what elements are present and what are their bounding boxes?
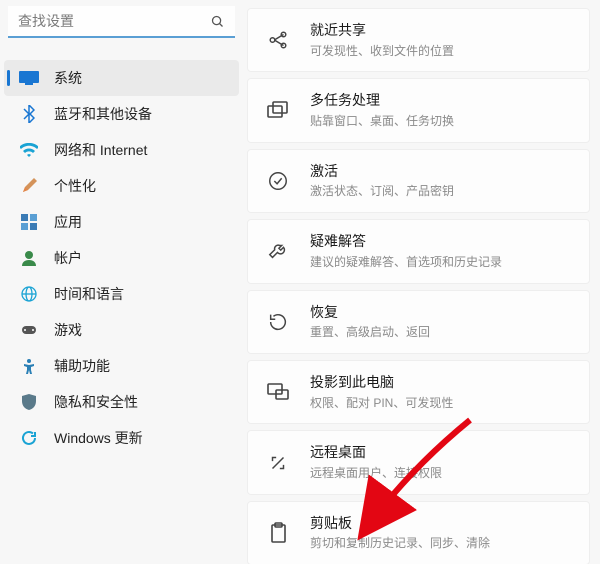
tile-sub: 重置、高级启动、返回 xyxy=(310,324,430,341)
sidebar-item-gaming[interactable]: 游戏 xyxy=(4,312,239,348)
tile-text: 就近共享 可发现性、收到文件的位置 xyxy=(310,21,454,59)
update-icon xyxy=(18,429,40,447)
bluetooth-icon xyxy=(18,105,40,123)
sidebar-item-label: 网络和 Internet xyxy=(54,140,147,160)
sidebar-item-bluetooth[interactable]: 蓝牙和其他设备 xyxy=(4,96,239,132)
sidebar-item-label: 时间和语言 xyxy=(54,284,124,304)
tile-title: 恢复 xyxy=(310,303,430,323)
tile-nearby-sharing[interactable]: 就近共享 可发现性、收到文件的位置 xyxy=(247,8,590,72)
apps-icon xyxy=(18,213,40,231)
sidebar-item-windows-update[interactable]: Windows 更新 xyxy=(4,420,239,456)
tile-clipboard[interactable]: 剪贴板 剪切和复制历史记录、同步、清除 xyxy=(247,501,590,564)
tile-multitasking[interactable]: 多任务处理 贴靠窗口、桌面、任务切换 xyxy=(247,78,590,142)
sidebar-item-label: 辅助功能 xyxy=(54,356,110,376)
remote-icon xyxy=(264,449,292,477)
tile-title: 疑难解答 xyxy=(310,232,502,252)
multitask-icon xyxy=(264,97,292,125)
sidebar-item-label: 蓝牙和其他设备 xyxy=(54,104,152,124)
tile-title: 剪贴板 xyxy=(310,514,490,534)
accessibility-icon xyxy=(18,357,40,375)
person-icon xyxy=(18,249,40,267)
sidebar-item-personalization[interactable]: 个性化 xyxy=(4,168,239,204)
sidebar-item-accessibility[interactable]: 辅助功能 xyxy=(4,348,239,384)
search-icon xyxy=(210,14,225,34)
wrench-icon xyxy=(264,237,292,265)
share-icon xyxy=(264,26,292,54)
sidebar-item-label: 个性化 xyxy=(54,176,96,196)
tile-recovery[interactable]: 恢复 重置、高级启动、返回 xyxy=(247,290,590,354)
recovery-icon xyxy=(264,308,292,336)
content-area: 就近共享 可发现性、收到文件的位置 多任务处理 贴靠窗口、桌面、任务切换 激活 … xyxy=(243,0,600,564)
tile-troubleshoot[interactable]: 疑难解答 建议的疑难解答、首选项和历史记录 xyxy=(247,219,590,283)
tile-remote-desktop[interactable]: 远程桌面 远程桌面用户、连接权限 xyxy=(247,430,590,494)
tile-text: 多任务处理 贴靠窗口、桌面、任务切换 xyxy=(310,91,454,129)
sidebar-item-label: 游戏 xyxy=(54,320,82,340)
tile-sub: 剪切和复制历史记录、同步、清除 xyxy=(310,535,490,552)
wifi-icon xyxy=(18,141,40,159)
tile-sub: 可发现性、收到文件的位置 xyxy=(310,43,454,60)
tile-title: 就近共享 xyxy=(310,21,454,41)
tile-sub: 权限、配对 PIN、可发现性 xyxy=(310,395,453,412)
sidebar-item-apps[interactable]: 应用 xyxy=(4,204,239,240)
tile-text: 激活 激活状态、订阅、产品密钥 xyxy=(310,162,454,200)
search-container xyxy=(0,6,243,48)
tile-sub: 建议的疑难解答、首选项和历史记录 xyxy=(310,254,502,271)
sidebar-item-label: Windows 更新 xyxy=(54,428,143,448)
brush-icon xyxy=(18,177,40,195)
clipboard-icon xyxy=(264,519,292,547)
tile-sub: 贴靠窗口、桌面、任务切换 xyxy=(310,113,454,130)
tile-title: 多任务处理 xyxy=(310,91,454,111)
globe-icon xyxy=(18,285,40,303)
tile-sub: 激活状态、订阅、产品密钥 xyxy=(310,183,454,200)
tile-text: 剪贴板 剪切和复制历史记录、同步、清除 xyxy=(310,514,490,552)
sidebar: 系统 蓝牙和其他设备 网络和 Internet 个性化 xyxy=(0,0,243,564)
gamepad-icon xyxy=(18,321,40,339)
project-icon xyxy=(264,378,292,406)
tile-title: 激活 xyxy=(310,162,454,182)
sidebar-nav: 系统 蓝牙和其他设备 网络和 Internet 个性化 xyxy=(0,60,243,456)
tile-text: 投影到此电脑 权限、配对 PIN、可发现性 xyxy=(310,373,453,411)
sidebar-item-time-language[interactable]: 时间和语言 xyxy=(4,276,239,312)
system-icon xyxy=(18,69,40,87)
sidebar-item-system[interactable]: 系统 xyxy=(4,60,239,96)
sidebar-item-label: 系统 xyxy=(54,68,82,88)
shield-icon xyxy=(18,393,40,411)
tile-text: 疑难解答 建议的疑难解答、首选项和历史记录 xyxy=(310,232,502,270)
sidebar-item-accounts[interactable]: 帐户 xyxy=(4,240,239,276)
sidebar-item-privacy[interactable]: 隐私和安全性 xyxy=(4,384,239,420)
sidebar-item-label: 隐私和安全性 xyxy=(54,392,138,412)
tile-title: 投影到此电脑 xyxy=(310,373,453,393)
tile-sub: 远程桌面用户、连接权限 xyxy=(310,465,442,482)
sidebar-item-network[interactable]: 网络和 Internet xyxy=(4,132,239,168)
tile-title: 远程桌面 xyxy=(310,443,442,463)
check-circle-icon xyxy=(264,167,292,195)
tile-projecting[interactable]: 投影到此电脑 权限、配对 PIN、可发现性 xyxy=(247,360,590,424)
sidebar-item-label: 应用 xyxy=(54,212,82,232)
tile-activation[interactable]: 激活 激活状态、订阅、产品密钥 xyxy=(247,149,590,213)
tile-text: 恢复 重置、高级启动、返回 xyxy=(310,303,430,341)
tile-text: 远程桌面 远程桌面用户、连接权限 xyxy=(310,443,442,481)
search-input[interactable] xyxy=(8,6,235,38)
sidebar-item-label: 帐户 xyxy=(54,248,82,268)
